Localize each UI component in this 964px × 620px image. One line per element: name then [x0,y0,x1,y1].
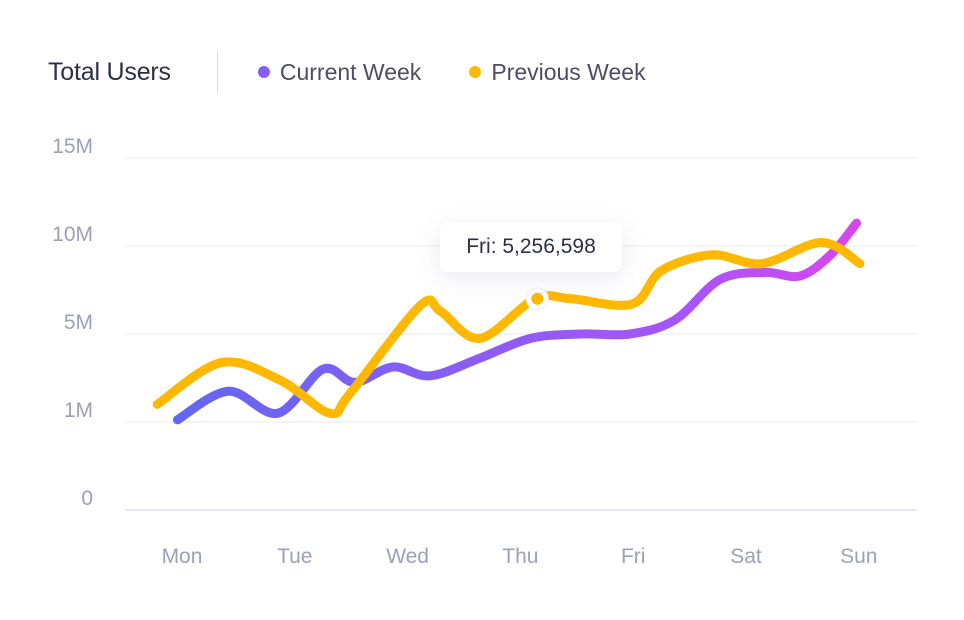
y-tick-label: 1M [64,399,93,422]
tooltip: Fri: 5,256,598 [440,222,622,272]
tooltip-text: Fri: 5,256,598 [466,235,596,258]
y-tick-label: 10M [52,223,93,246]
y-tick-label: 5M [64,311,93,334]
x-tick-label: Wed [386,545,429,568]
x-tick-label: Sun [840,545,877,568]
y-tick-label: 0 [81,487,93,510]
hover-marker-point[interactable] [531,292,544,305]
x-tick-label: Tue [277,545,312,568]
y-tick-label: 15M [52,135,93,158]
x-tick-label: Thu [502,545,538,568]
x-tick-label: Fri [621,545,646,568]
x-tick-label: Mon [162,545,203,568]
x-tick-label: Sat [730,545,762,568]
line-chart: 0 1M 5M 10M 15M Mon Tue Wed Thu Fri Sat Sun [52,135,916,568]
